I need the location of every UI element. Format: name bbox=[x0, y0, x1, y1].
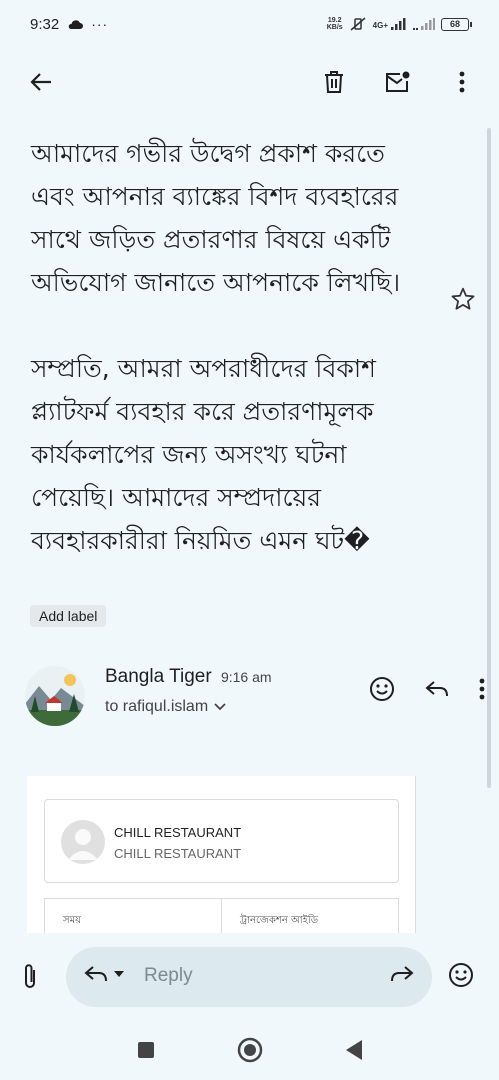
sender-name-line: Bangla Tiger 9:16 am bbox=[105, 666, 272, 688]
forward-button[interactable] bbox=[390, 965, 414, 987]
sender-name: Bangla Tiger bbox=[105, 666, 212, 687]
body-paragraph: সম্প্রতি, আমরা অপরাধীদের বিকাশ প্ল্যাটফর… bbox=[31, 354, 384, 555]
add-label-chip[interactable]: Add label bbox=[30, 605, 107, 627]
person-icon bbox=[68, 829, 98, 860]
merchant-box: CHILL RESTAURANT CHILL RESTAURANT bbox=[44, 799, 399, 883]
time-header: সময় bbox=[63, 915, 82, 926]
emoji-button[interactable] bbox=[448, 962, 474, 992]
sender-time: 9:16 am bbox=[220, 669, 272, 685]
transaction-id-header: ট্রানজেকশন আইডি bbox=[221, 899, 398, 933]
transaction-grid: সময় ট্রানজেকশন আইডি bbox=[44, 898, 399, 933]
merchant-title: CHILL RESTAURANT bbox=[114, 825, 242, 840]
more-vert-icon bbox=[459, 71, 465, 93]
reply-icon bbox=[425, 681, 448, 697]
more-vert-icon bbox=[479, 678, 485, 700]
attach-button[interactable] bbox=[22, 963, 38, 995]
net-speed: 19.2 KB/s bbox=[326, 17, 343, 31]
reply-input[interactable]: Reply bbox=[66, 947, 432, 1007]
recipient-text: to rafiqul.islam bbox=[105, 698, 209, 715]
status-left: 9:32 ··· bbox=[30, 16, 108, 33]
emoji-icon bbox=[370, 677, 394, 701]
reply-type-selector[interactable] bbox=[84, 965, 124, 983]
square-icon bbox=[137, 1041, 154, 1058]
more-notifications-icon: ··· bbox=[91, 16, 109, 32]
email-body-text: আমাদের গভীর উদ্বেগ প্রকাশ করতে এবং আপনার… bbox=[31, 132, 431, 562]
cloud-icon bbox=[68, 19, 84, 29]
back-nav-button[interactable] bbox=[344, 1039, 364, 1065]
message-more-button[interactable] bbox=[479, 678, 485, 704]
recents-button[interactable] bbox=[136, 1040, 156, 1064]
scrollbar[interactable] bbox=[487, 128, 491, 788]
sender-actions bbox=[369, 676, 485, 706]
status-time: 9:32 bbox=[30, 15, 60, 33]
star-icon bbox=[451, 287, 475, 310]
arrow-left-icon bbox=[30, 73, 51, 91]
more-options-button[interactable] bbox=[447, 67, 477, 97]
sender-avatar-image bbox=[25, 666, 85, 726]
star-button[interactable] bbox=[450, 286, 476, 312]
recipient-details-toggle[interactable]: to rafiqul.islam bbox=[105, 698, 226, 716]
emoji-icon bbox=[449, 963, 473, 987]
email-html-card: CHILL RESTAURANT CHILL RESTAURANT সময় ট… bbox=[27, 776, 416, 933]
reply-placeholder: Reply bbox=[144, 965, 193, 986]
forward-icon bbox=[391, 966, 414, 982]
status-right: 19.2 KB/s 4G+ 68 bbox=[326, 16, 472, 32]
trash-icon bbox=[325, 71, 343, 93]
home-button[interactable] bbox=[236, 1036, 264, 1068]
merchant-avatar bbox=[61, 820, 105, 864]
attachment-icon bbox=[25, 964, 35, 988]
email-toolbar bbox=[0, 52, 499, 112]
mail-unread-icon bbox=[386, 71, 410, 92]
signal-4g: 4G+ bbox=[373, 18, 407, 30]
reply-icon bbox=[84, 966, 107, 982]
sender-row: Bangla Tiger 9:16 am to rafiqul.islam bbox=[25, 664, 485, 728]
reply-bar: Reply bbox=[0, 933, 499, 1023]
circle-icon bbox=[237, 1037, 262, 1062]
signal-strength-icon-2 bbox=[413, 18, 435, 30]
chevron-down-icon bbox=[214, 703, 226, 711]
merchant-subtitle: CHILL RESTAURANT bbox=[114, 846, 242, 861]
react-button[interactable] bbox=[369, 676, 395, 706]
caret-down-icon bbox=[114, 971, 124, 977]
body-paragraph: আমাদের গভীর উদ্বেগ প্রকাশ করতে এবং আপনার… bbox=[31, 139, 407, 297]
signal-strength-icon bbox=[391, 18, 406, 30]
avatar[interactable] bbox=[25, 666, 85, 726]
toolbar-actions bbox=[319, 67, 477, 97]
status-bar: 9:32 ··· 19.2 KB/s 4G+ 68 bbox=[0, 0, 499, 48]
system-nav-bar bbox=[0, 1023, 499, 1080]
triangle-back-icon bbox=[345, 1039, 362, 1060]
mute-vibrate-icon bbox=[350, 17, 366, 31]
delete-button[interactable] bbox=[319, 67, 349, 97]
battery-icon: 68 bbox=[441, 17, 472, 31]
email-content: আমাদের গভীর উদ্বেগ প্রকাশ করতে এবং আপনার… bbox=[0, 118, 499, 933]
mark-unread-button[interactable] bbox=[383, 67, 413, 97]
reply-button[interactable] bbox=[425, 680, 449, 702]
back-button[interactable] bbox=[26, 67, 56, 97]
